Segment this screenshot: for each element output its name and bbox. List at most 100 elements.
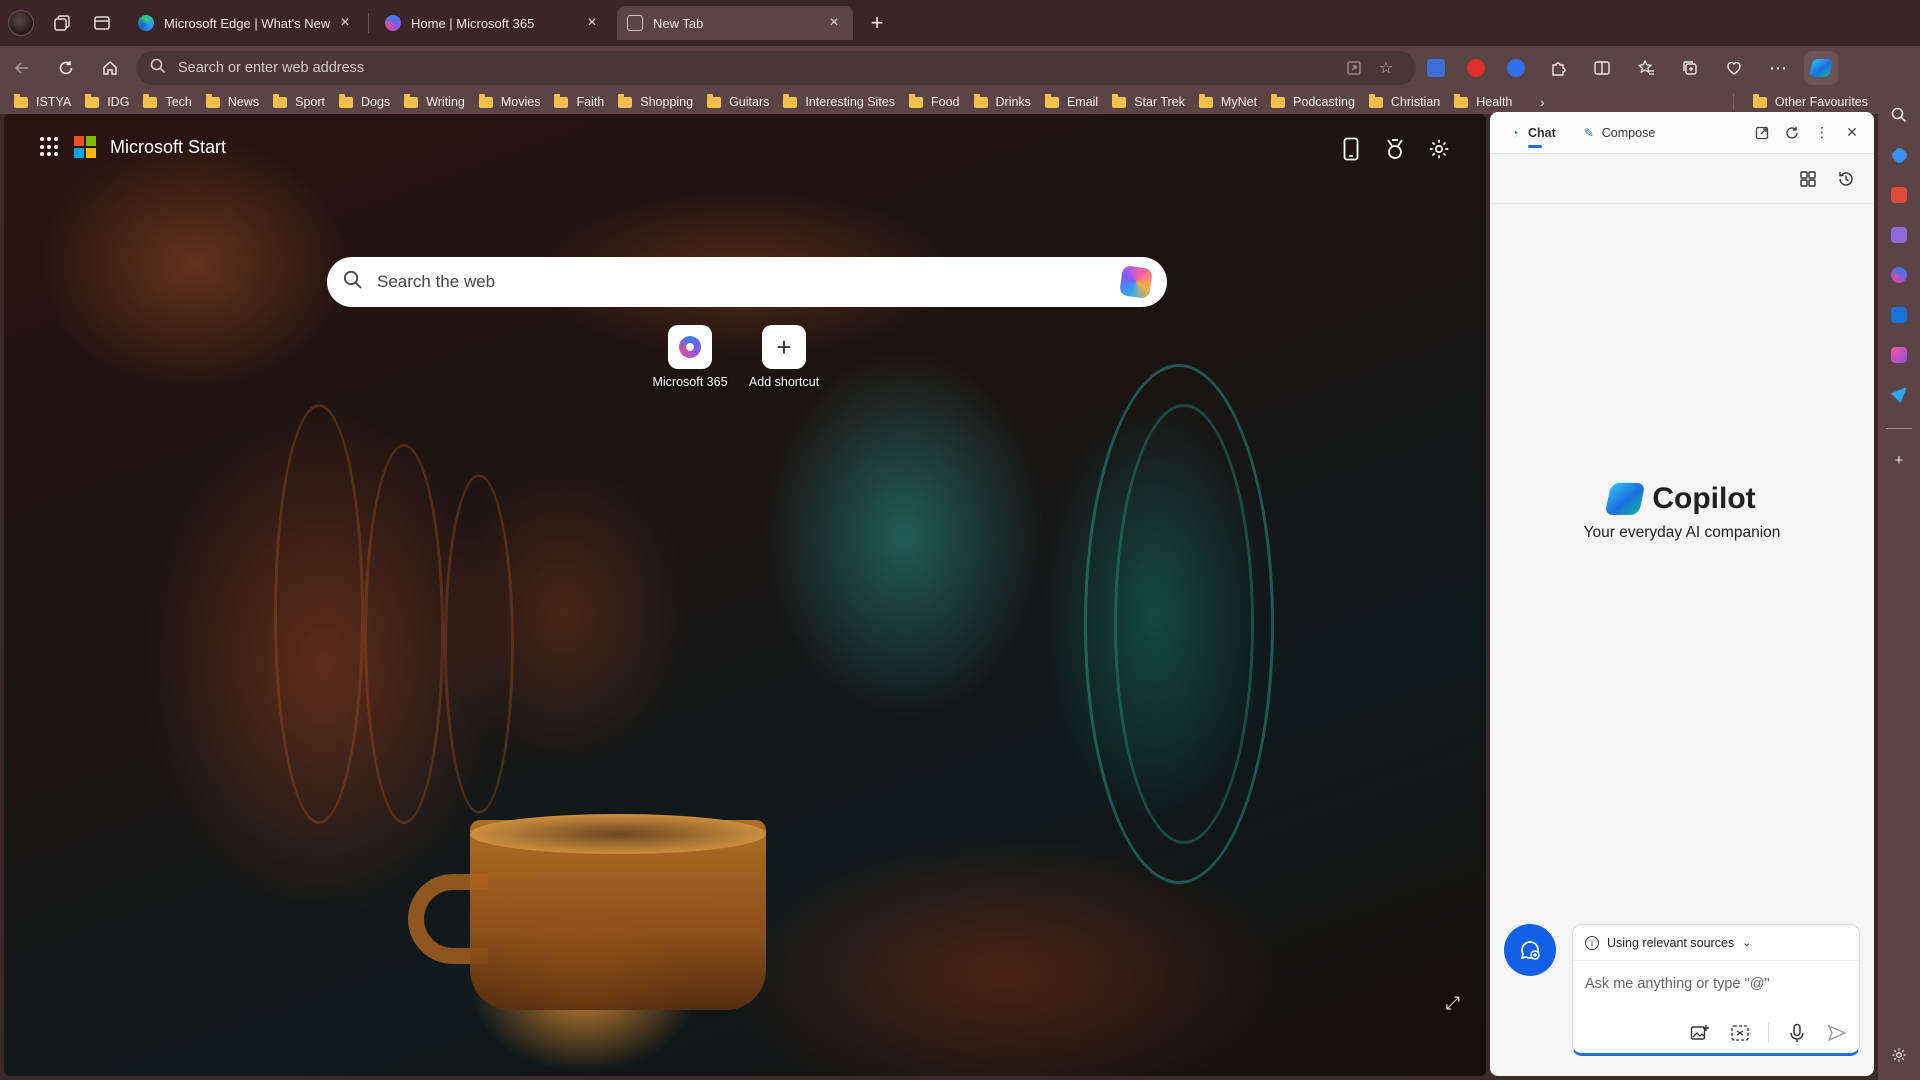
rail-add-icon[interactable]: + <box>1884 445 1914 475</box>
favourite-folder-star-trek[interactable]: Star Trek <box>1106 91 1193 113</box>
add-favourite-star-icon[interactable]: ☆ <box>1370 54 1402 82</box>
rail-games-icon[interactable] <box>1884 220 1914 250</box>
sources-selector[interactable]: i Using relevant sources ⌄ <box>1573 925 1859 961</box>
red-extension-icon[interactable] <box>1456 50 1496 86</box>
favourite-folder-movies[interactable]: Movies <box>473 91 549 113</box>
send-icon[interactable] <box>1825 1021 1849 1045</box>
favourite-folder-sport[interactable]: Sport <box>267 91 333 113</box>
favourite-folder-guitars[interactable]: Guitars <box>701 91 777 113</box>
translate-extension-icon[interactable] <box>1416 50 1456 86</box>
favourite-folder-mynet[interactable]: MyNet <box>1193 91 1265 113</box>
rail-shopping-tag-icon[interactable] <box>1884 140 1914 170</box>
close-tab-icon[interactable]: × <box>583 14 601 32</box>
tab-edge-whats-new[interactable]: Microsoft Edge | What's New × <box>128 6 364 40</box>
copilot-welcome: Copilot Your everyday AI companion <box>1490 482 1874 542</box>
page-settings-gear-icon[interactable] <box>1426 136 1452 162</box>
favourite-folder-faith[interactable]: Faith <box>548 91 612 113</box>
folder-icon <box>478 93 493 108</box>
split-screen-icon[interactable] <box>1580 50 1624 86</box>
tab-chat[interactable]: ◔ Chat <box>1500 112 1564 154</box>
copilot-search-icon[interactable] <box>1119 265 1153 299</box>
close-tab-icon[interactable]: × <box>825 14 843 32</box>
rail-tools-briefcase-icon[interactable] <box>1884 180 1914 210</box>
folder-icon <box>339 93 353 108</box>
extensions-puzzle-icon[interactable] <box>1536 50 1580 86</box>
tab-home-microsoft-365[interactable]: Home | Microsoft 365 × <box>375 6 611 40</box>
favourite-folder-idg[interactable]: IDG <box>79 91 137 113</box>
app-available-icon[interactable] <box>1338 54 1370 82</box>
new-topic-button[interactable] <box>1504 924 1556 976</box>
tab-compose[interactable]: ✎ Compose <box>1574 112 1664 154</box>
favourite-folder-news[interactable]: News <box>200 91 267 113</box>
close-pane-icon[interactable]: ✕ <box>1840 121 1864 145</box>
address-input[interactable]: Search or enter web address <box>178 60 1338 76</box>
plugins-icon[interactable] <box>1796 167 1820 191</box>
folder-icon <box>404 93 419 108</box>
more-favourites-chevron-icon[interactable]: › <box>1530 94 1554 110</box>
favourite-folder-food[interactable]: Food <box>903 91 968 113</box>
rewards-trophy-icon[interactable] <box>1382 136 1408 162</box>
m365-favicon-icon <box>385 15 401 31</box>
microphone-icon[interactable] <box>1785 1021 1809 1045</box>
add-shortcut-tile[interactable]: + <box>762 325 806 369</box>
folder-icon <box>143 93 158 108</box>
favourite-folder-health[interactable]: Health <box>1448 91 1520 113</box>
add-image-icon[interactable] <box>1688 1021 1712 1045</box>
favourite-folder-interesting-sites[interactable]: Interesting Sites <box>777 91 903 113</box>
pane-more-options-icon[interactable]: ⋮ <box>1810 121 1834 145</box>
copilot-toolbar-button[interactable] <box>1804 51 1838 85</box>
web-search-input[interactable]: Search the web <box>377 272 1121 292</box>
password-manager-extension-icon[interactable] <box>1496 50 1536 86</box>
tab-title: Microsoft Edge | What's New <box>164 15 331 31</box>
microsoft-start-title[interactable]: Microsoft Start <box>110 137 226 158</box>
favourites-icon[interactable] <box>1624 50 1668 86</box>
collections-icon[interactable] <box>1668 50 1712 86</box>
favourite-folder-writing[interactable]: Writing <box>398 91 473 113</box>
rail-drop-send-icon[interactable] <box>1884 380 1914 410</box>
browser-essentials-icon[interactable] <box>1712 50 1756 86</box>
microsoft-logo-icon <box>74 136 96 158</box>
favourite-folder-email[interactable]: Email <box>1039 91 1106 113</box>
favourite-folder-istya[interactable]: ISTYA <box>8 91 79 113</box>
address-bar[interactable]: Search or enter web address ☆ <box>136 51 1416 85</box>
rail-search-icon[interactable] <box>1884 100 1914 130</box>
shortcut-add[interactable]: + Add shortcut <box>746 325 822 389</box>
copilot-pane-subtoolbar <box>1490 154 1874 204</box>
favourite-folder-podcasting[interactable]: Podcasting <box>1265 91 1363 113</box>
mobile-phone-icon[interactable] <box>1338 136 1364 162</box>
favourite-folder-drinks[interactable]: Drinks <box>968 91 1039 113</box>
history-icon[interactable] <box>1834 167 1858 191</box>
profile-avatar[interactable] <box>8 10 34 36</box>
rail-settings-gear-icon[interactable] <box>1884 1040 1914 1070</box>
favourite-folder-shopping[interactable]: Shopping <box>612 91 701 113</box>
chat-icon: ◔ <box>1511 125 1519 140</box>
screenshot-capture-icon[interactable] <box>1728 1021 1752 1045</box>
rail-outlook-icon[interactable] <box>1884 300 1914 330</box>
more-options-icon[interactable]: ⋯ <box>1756 50 1800 86</box>
shortcut-tile[interactable] <box>668 325 712 369</box>
refresh-button[interactable] <box>44 50 88 86</box>
tab-new-tab[interactable]: New Tab × <box>617 6 853 40</box>
other-favourites-folder[interactable]: Other Favourites <box>1752 90 1868 114</box>
chat-input[interactable]: Ask me anything or type "@" <box>1573 961 1859 1007</box>
refresh-pane-icon[interactable] <box>1780 121 1804 145</box>
expand-background-icon[interactable]: ⤢ <box>1446 993 1460 1014</box>
new-tab-button[interactable]: + <box>861 7 893 39</box>
web-search-box[interactable]: Search the web <box>327 257 1167 307</box>
home-button[interactable] <box>88 50 132 86</box>
app-launcher-waffle-icon[interactable] <box>40 137 60 157</box>
favourite-folder-tech[interactable]: Tech <box>137 91 199 113</box>
back-button[interactable] <box>0 50 44 86</box>
rail-microsoft-365-icon[interactable] <box>1884 260 1914 290</box>
workspaces-icon[interactable] <box>42 3 82 43</box>
shortcut-microsoft-365[interactable]: Microsoft 365 <box>652 325 728 389</box>
rail-designer-icon[interactable] <box>1884 340 1914 370</box>
copilot-title: Copilot <box>1652 482 1756 515</box>
open-in-new-window-icon[interactable] <box>1750 121 1774 145</box>
quick-links: Microsoft 365 + Add shortcut <box>652 325 822 389</box>
close-tab-icon[interactable]: × <box>336 14 354 32</box>
sidebar-rail: + <box>1878 90 1920 1080</box>
vertical-tabs-icon[interactable] <box>82 3 122 43</box>
favourite-folder-dogs[interactable]: Dogs <box>333 91 398 113</box>
favourite-folder-christian[interactable]: Christian <box>1363 91 1448 113</box>
